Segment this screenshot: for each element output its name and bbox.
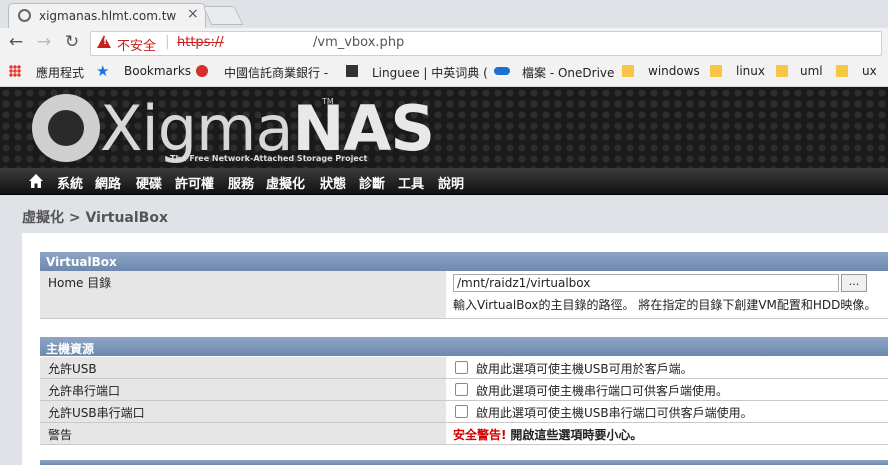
allow-serial-label: 允許串行端口	[48, 384, 121, 398]
allow-serial-text: 啟用此選項可使主機串行端口可供客戶端使用。	[476, 384, 729, 398]
tab-title: xigmanas.hlmt.com.tw -	[39, 9, 179, 23]
allow-usb-serial-checkbox[interactable]	[455, 405, 468, 418]
url-path: /vm_vbox.php	[313, 35, 405, 50]
allow-usb-text: 啟用此選項可使主機USB可用於客戶端。	[476, 362, 693, 376]
home-dir-hint: 輸入VirtualBox的主目錄的路徑。 將在指定的目錄下創建VM配置和HDD映…	[453, 298, 877, 312]
star-icon: ★	[96, 62, 110, 80]
bank-logo-icon	[196, 65, 208, 77]
url-scheme: https://	[177, 35, 224, 50]
warning-row: 警告 安全警告! 開啟這些選項時要小心。	[40, 423, 888, 445]
browse-button[interactable]: ...	[841, 274, 867, 292]
bookmark-uml[interactable]: uml	[800, 64, 823, 78]
folder-icon	[836, 65, 848, 77]
section-header-virtualbox: VirtualBox	[40, 252, 888, 271]
home-dir-input[interactable]: /mnt/raidz1/virtualbox	[453, 274, 839, 292]
allow-usb-serial-text: 啟用此選項可使主機USB串行端口可供客戶端使用。	[476, 406, 753, 420]
section-header-host-resources: 主機資源	[40, 337, 888, 356]
menu-network[interactable]: 網路	[95, 173, 121, 192]
allow-serial-checkbox[interactable]	[455, 383, 468, 396]
home-dir-row: Home 目錄 /mnt/raidz1/virtualbox ... 輸入Vir…	[40, 271, 888, 319]
allow-usb-checkbox[interactable]	[455, 361, 468, 374]
browser-tab[interactable]: xigmanas.hlmt.com.tw - ×	[8, 3, 206, 29]
folder-icon	[776, 65, 788, 77]
insecure-label: 不安全	[117, 39, 157, 54]
menu-system[interactable]: 系統	[57, 173, 83, 192]
section-header-next	[40, 460, 888, 465]
folder-icon	[710, 65, 722, 77]
site-header: XigmaNAS TM The Free Network-Attached St…	[0, 87, 888, 168]
site-favicon-icon	[18, 9, 31, 22]
bookmark-linguee[interactable]: Linguee | 中英词典 (	[372, 64, 488, 81]
menu-services[interactable]: 服務	[228, 173, 254, 192]
warning-label: 警告	[48, 428, 73, 442]
onedrive-cloud-icon	[494, 67, 510, 75]
browser-toolbar: ← → ↻ ! 不安全 | https:// /vm_vbox.php	[0, 28, 888, 59]
browser-tab-bar: xigmanas.hlmt.com.tw - ×	[0, 0, 888, 29]
new-tab-button[interactable]	[202, 6, 244, 25]
logo-tagline: The Free Network-Attached Storage Projec…	[170, 154, 368, 163]
tab-close-icon[interactable]: ×	[187, 6, 199, 22]
home-icon[interactable]	[29, 174, 43, 188]
bookmark-bookmarks[interactable]: Bookmarks	[124, 64, 191, 78]
allow-serial-row: 允許串行端口 啟用此選項可使主機串行端口可供客戶端使用。	[40, 379, 888, 401]
menu-disks[interactable]: 硬碟	[136, 173, 162, 192]
folder-icon	[622, 65, 634, 77]
home-dir-label: Home 目錄	[48, 276, 112, 290]
bookmark-onedrive[interactable]: 檔案 - OneDrive	[522, 64, 614, 81]
menu-status[interactable]: 狀態	[320, 173, 346, 192]
bookmarks-bar: 應用程式 ★ Bookmarks 中國信託商業銀行 - Linguee | 中英…	[0, 58, 888, 87]
bookmark-ctbc[interactable]: 中國信託商業銀行 -	[224, 64, 328, 81]
allow-usb-serial-label: 允許USB串行端口	[48, 406, 145, 420]
menu-tools[interactable]: 工具	[398, 173, 424, 192]
allow-usb-serial-row: 允許USB串行端口 啟用此選項可使主機USB串行端口可供客戶端使用。	[40, 401, 888, 423]
menu-virtualization[interactable]: 虛擬化	[266, 173, 305, 192]
menu-diagnostics[interactable]: 診斷	[359, 173, 385, 192]
bookmark-linux[interactable]: linux	[736, 64, 765, 78]
warning-message: 安全警告! 開啟這些選項時要小心。	[453, 428, 643, 442]
menu-help[interactable]: 說明	[438, 173, 464, 192]
forward-arrow-icon[interactable]: →	[34, 32, 54, 52]
address-bar[interactable]: ! 不安全 | https:// /vm_vbox.php	[90, 31, 882, 56]
apps-grid-icon	[9, 65, 21, 77]
back-arrow-icon[interactable]: ←	[6, 32, 26, 52]
main-menu: 系統 網路 硬碟 許可權 服務 虛擬化 狀態 診斷 工具 說明	[0, 168, 888, 195]
reload-icon[interactable]: ↻	[62, 32, 82, 52]
bookmark-ux[interactable]: ux	[862, 64, 877, 78]
allow-usb-label: 允許USB	[48, 362, 97, 376]
logo-trademark: TM	[322, 97, 334, 106]
bookmark-windows[interactable]: windows	[648, 64, 700, 78]
allow-usb-row: 允許USB 啟用此選項可使主機USB可用於客戶端。	[40, 357, 888, 379]
menu-access[interactable]: 許可權	[175, 173, 214, 192]
linguee-icon	[346, 65, 358, 77]
page-title: 虛擬化 > VirtualBox	[22, 210, 168, 226]
bookmark-apps[interactable]: 應用程式	[36, 64, 84, 81]
